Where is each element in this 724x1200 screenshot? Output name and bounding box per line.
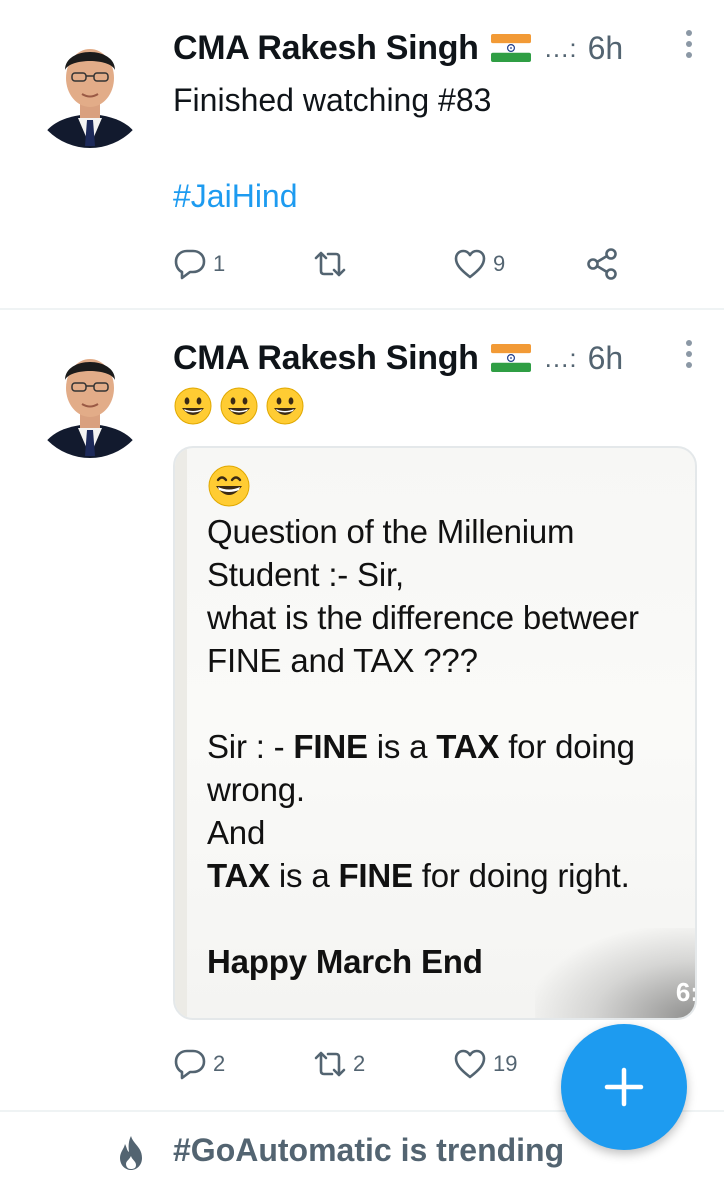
avatar-photo (30, 28, 150, 148)
image-edge-strip (175, 448, 187, 1018)
trending-text: #GoAutomatic is trending (173, 1132, 565, 1168)
like-icon (454, 249, 486, 279)
emoji-row (173, 386, 305, 426)
share-button[interactable] (585, 244, 619, 284)
tweet-header: CMA Rakesh Singh ...: 6h (173, 336, 694, 380)
reply-icon (174, 1049, 206, 1080)
name-separator: ...: (544, 342, 578, 373)
reply-count: 1 (213, 251, 226, 276)
reply-count: 2 (213, 1051, 226, 1076)
retweet-button[interactable] (313, 244, 353, 284)
retweet-icon (314, 251, 346, 277)
tweet-text: Finished watching #83 (173, 80, 491, 120)
more-options-icon[interactable] (684, 30, 694, 60)
avatar[interactable] (30, 28, 150, 148)
laughing-face-icon (208, 465, 250, 507)
image-timestamp: 6: (675, 977, 697, 1007)
image-line: Sir : - FINE is a TAX for doing (207, 728, 635, 765)
image-line: FINE and TAX ??? (207, 642, 478, 679)
image-line: wrong. (207, 771, 305, 808)
retweet-icon (314, 1051, 346, 1077)
grinning-face-icon (174, 387, 212, 425)
tweet-time[interactable]: 6h (588, 340, 624, 377)
author-name[interactable]: CMA Rakesh Singh (173, 339, 479, 378)
reply-button[interactable]: 2 (173, 1044, 225, 1084)
tweet-image[interactable]: Question of the Millenium Student :- Sir… (173, 446, 697, 1020)
image-line: And (207, 814, 266, 851)
compose-button[interactable] (561, 1024, 687, 1150)
image-line: Question of the Millenium (207, 513, 575, 550)
image-shadow (535, 928, 695, 1018)
compose-plus-icon (604, 1067, 644, 1107)
image-line: Student :- Sir, (207, 556, 404, 593)
reply-icon (174, 249, 206, 280)
like-icon (454, 1049, 486, 1079)
like-button[interactable]: 19 (453, 1044, 517, 1084)
grinning-face-icon (266, 387, 304, 425)
grinning-face-icon (220, 387, 258, 425)
india-flag-icon (490, 344, 531, 372)
retweet-count: 2 (353, 1051, 366, 1076)
like-count: 9 (493, 251, 506, 276)
image-text: Question of the Millenium Student :- Sir… (207, 464, 695, 983)
avatar-photo (30, 338, 150, 458)
reply-button[interactable]: 1 (173, 244, 225, 284)
tweet-text-line: Finished watching #83 (173, 82, 492, 118)
like-count: 19 (493, 1051, 518, 1076)
tweet-time[interactable]: 6h (588, 30, 624, 67)
tweet-header: CMA Rakesh Singh ...: 6h (173, 26, 694, 70)
flame-icon (120, 1136, 142, 1170)
tweet-2[interactable]: CMA Rakesh Singh ...: 6h Question of the… (0, 310, 724, 1110)
tweet-actions: 1 9 (173, 244, 694, 284)
image-line: what is the difference betweer (207, 599, 639, 636)
more-options-icon[interactable] (684, 340, 694, 370)
like-button[interactable]: 9 (453, 244, 505, 284)
author-name[interactable]: CMA Rakesh Singh (173, 29, 479, 68)
share-icon (587, 248, 617, 280)
tweet-1[interactable]: CMA Rakesh Singh ...: 6h Finished watchi… (0, 0, 724, 310)
india-flag-icon (490, 34, 531, 62)
name-separator: ...: (544, 32, 578, 63)
hashtag-link[interactable]: #JaiHind (173, 176, 298, 216)
image-line: TAX is a FINE for doing right. (207, 857, 630, 894)
avatar[interactable] (30, 338, 150, 458)
retweet-button[interactable]: 2 (313, 1044, 365, 1084)
